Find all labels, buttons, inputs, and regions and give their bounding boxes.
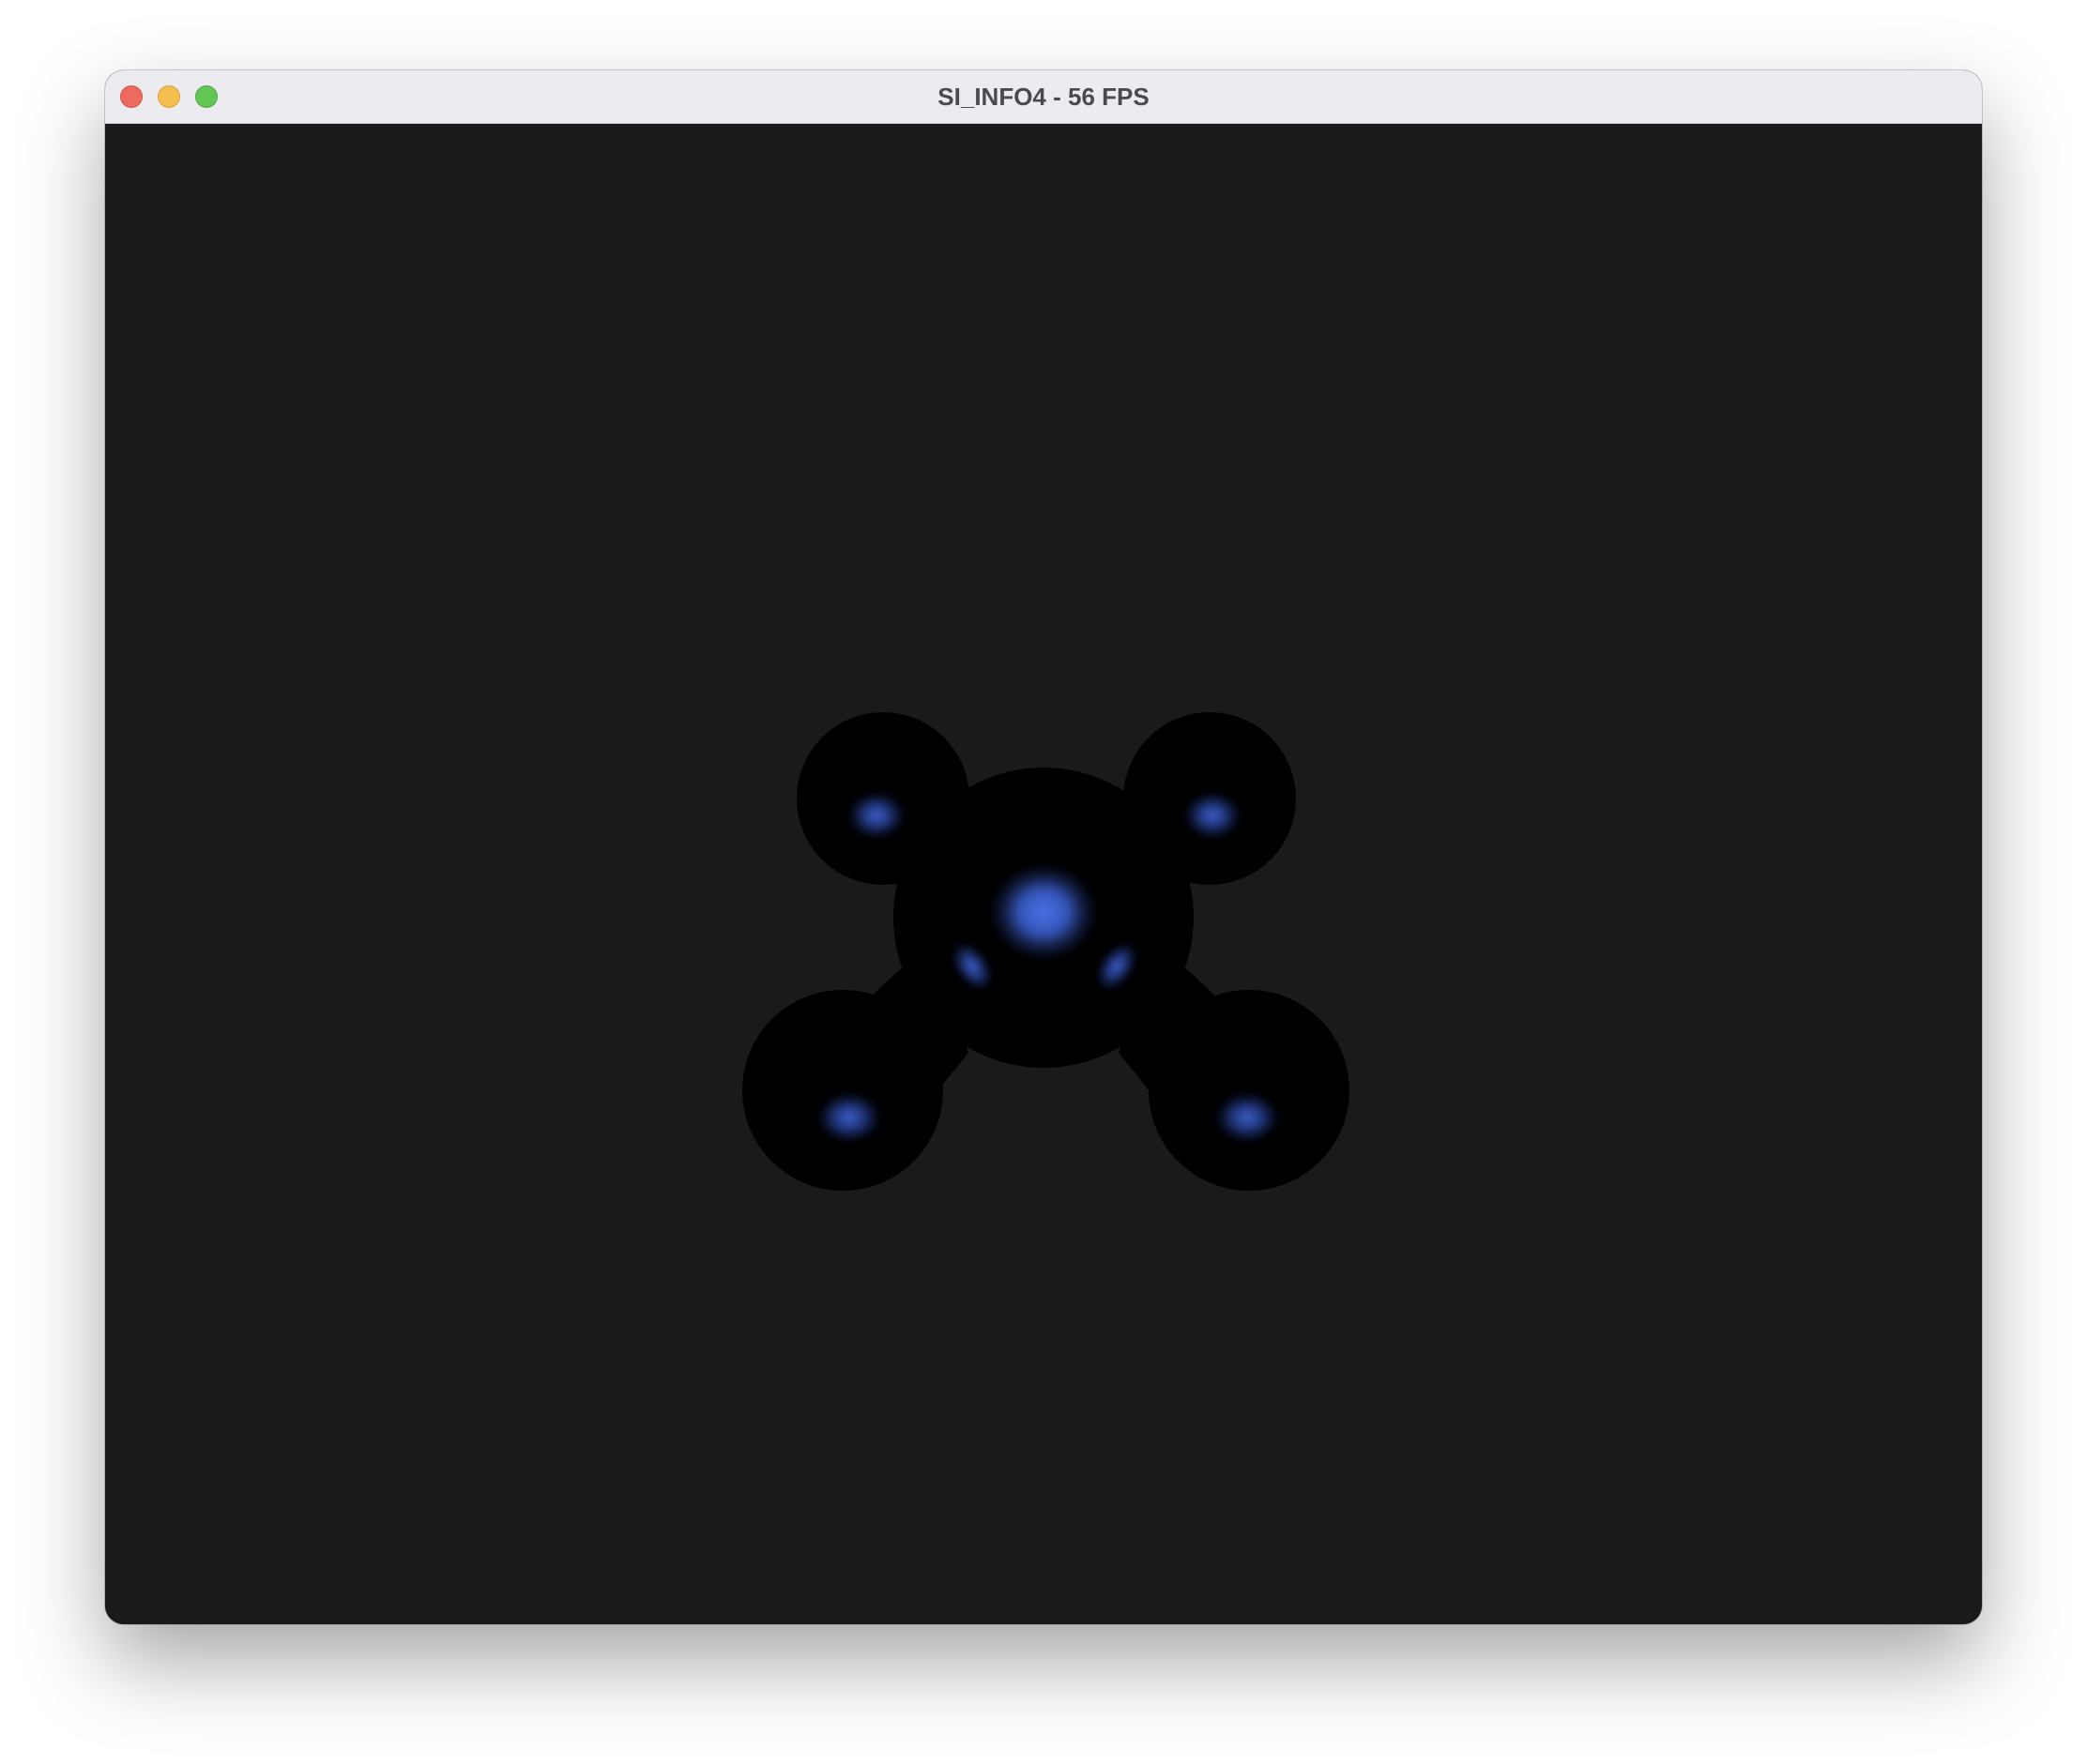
window-title: SI_INFO4 - 56 FPS [937,83,1150,111]
title-bar[interactable]: SI_INFO4 - 56 FPS [105,70,1982,124]
app-window: SI_INFO4 - 56 FPS [105,70,1982,1624]
rendered-scene [742,712,1349,1191]
render-viewport[interactable] [105,124,1982,1624]
